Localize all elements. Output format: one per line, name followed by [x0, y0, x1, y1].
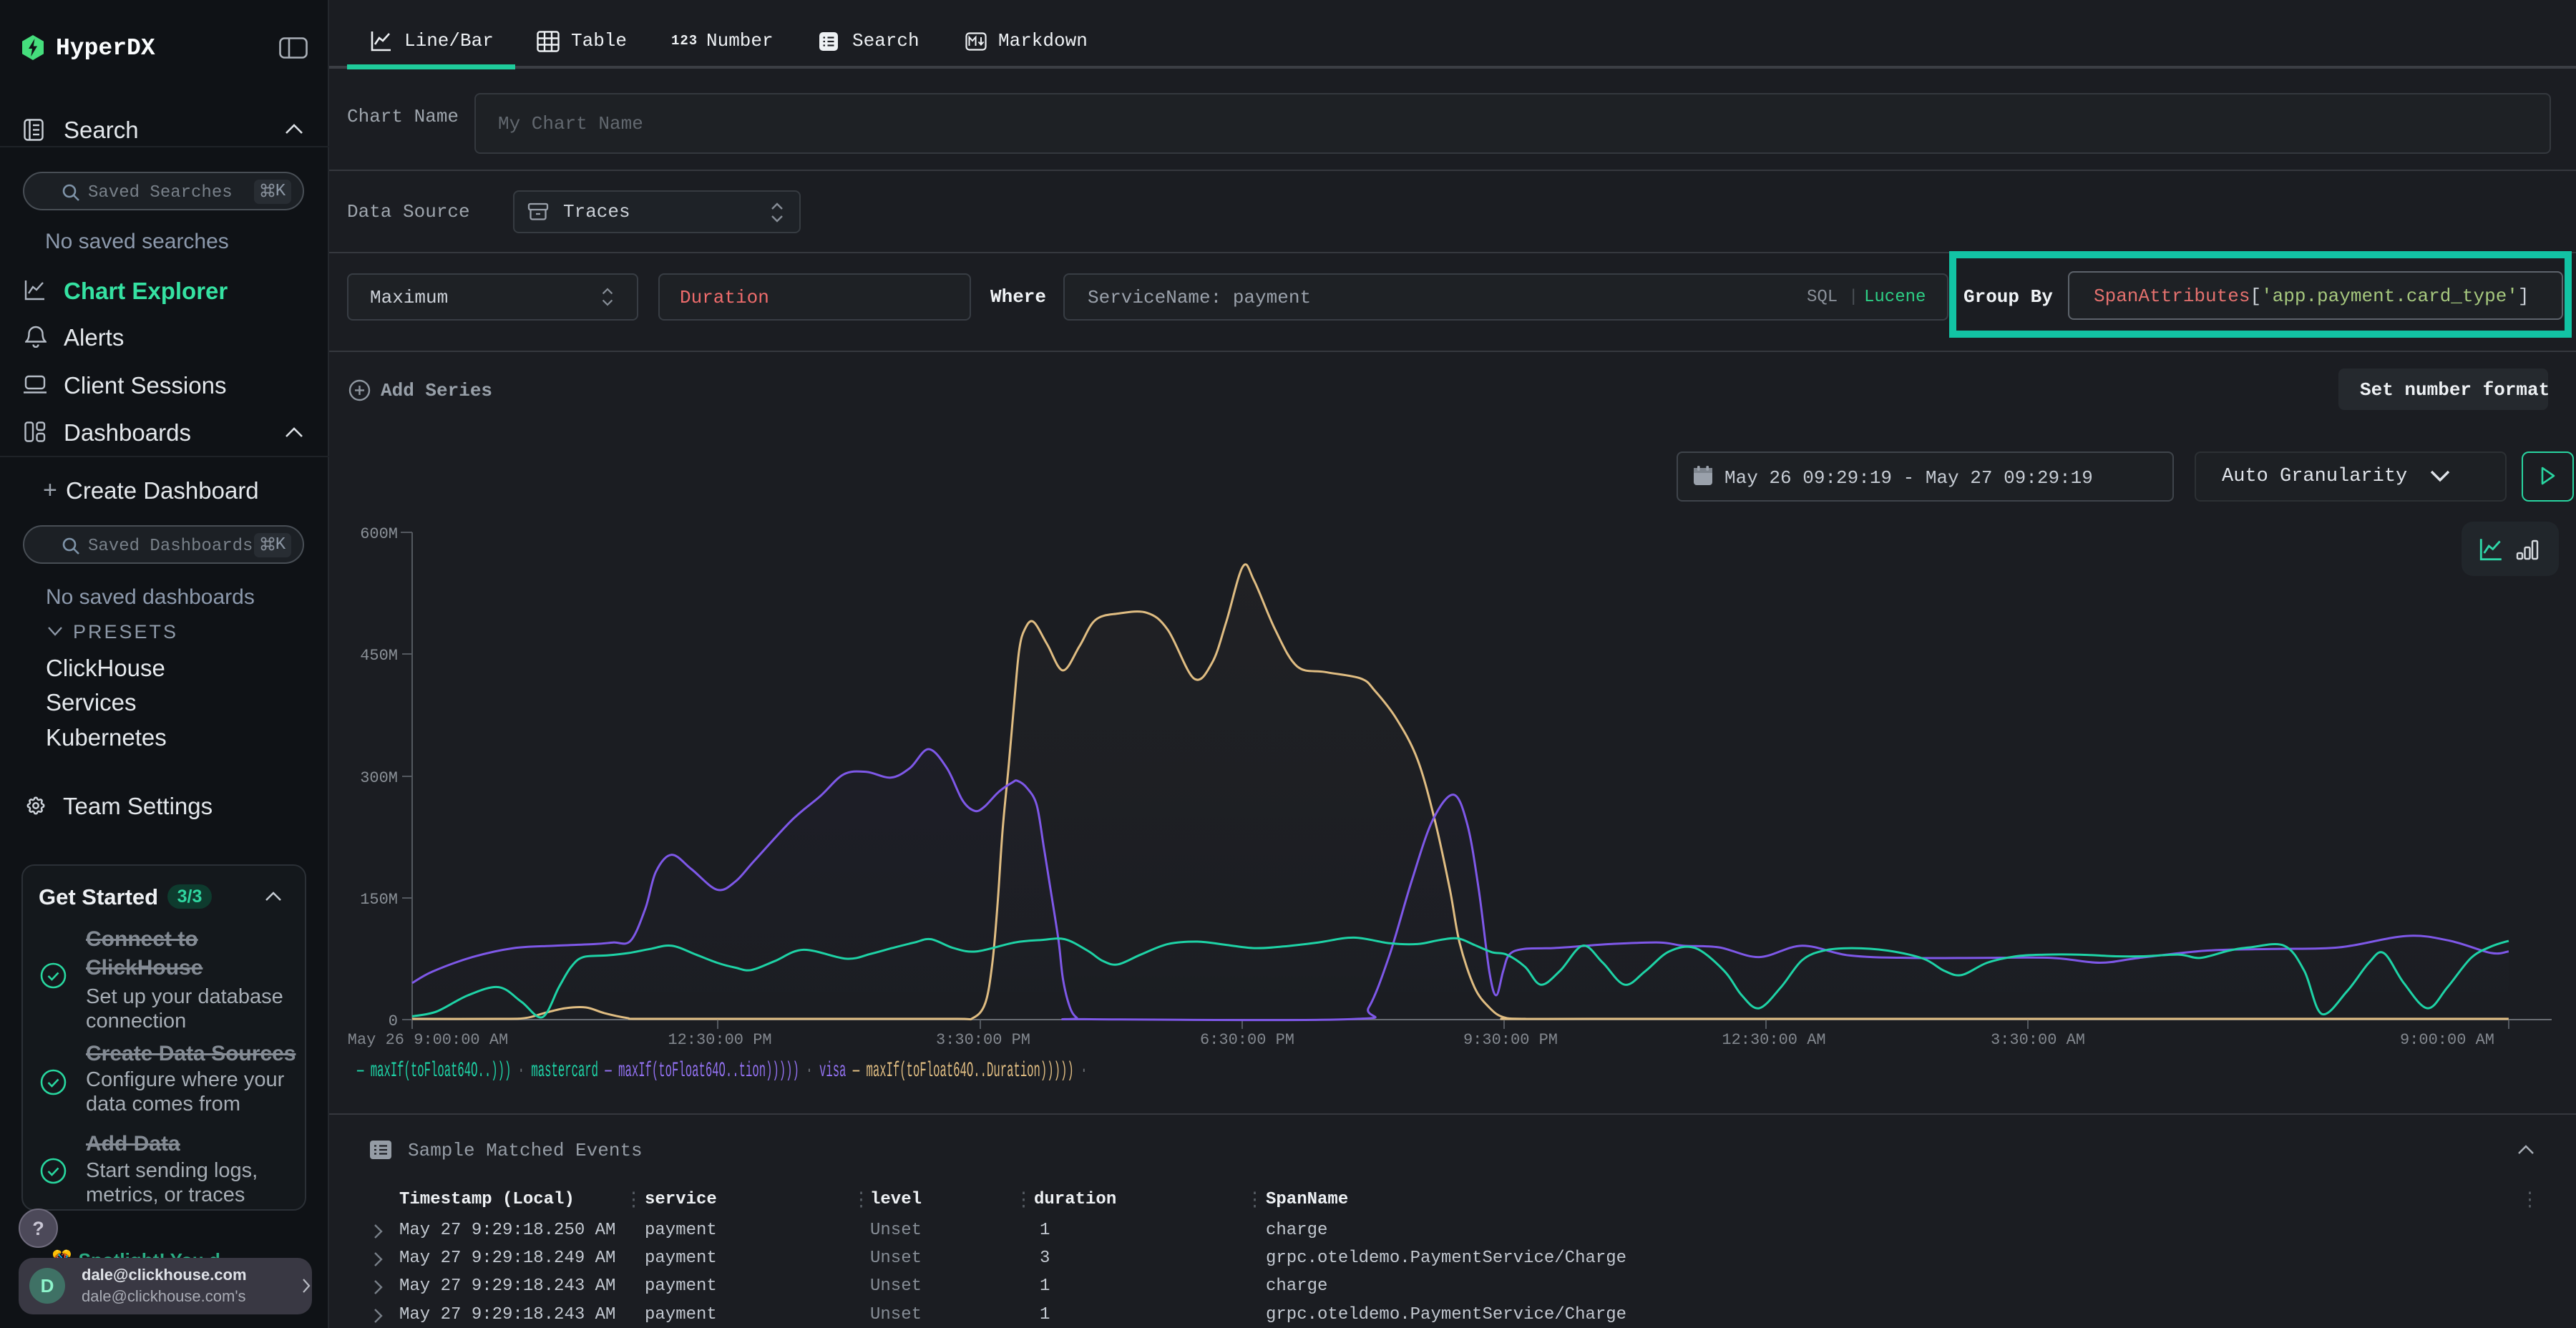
svg-text:3:30:00 PM: 3:30:00 PM	[936, 1031, 1030, 1049]
svg-text:9:30:00 PM: 9:30:00 PM	[1463, 1031, 1558, 1049]
svg-text:9:00:00 AM: 9:00:00 AM	[2400, 1031, 2494, 1049]
svg-text:May 26 9:00:00 AM: May 26 9:00:00 AM	[348, 1031, 508, 1049]
svg-text:600M: 600M	[360, 525, 398, 543]
svg-text:0: 0	[389, 1012, 398, 1030]
svg-text:300M: 300M	[360, 769, 398, 787]
svg-text:12:30:00 PM: 12:30:00 PM	[668, 1031, 771, 1049]
svg-text:450M: 450M	[360, 647, 398, 665]
svg-text:12:30:00 AM: 12:30:00 AM	[1722, 1031, 1825, 1049]
svg-text:6:30:00 PM: 6:30:00 PM	[1200, 1031, 1294, 1049]
svg-text:3:30:00 AM: 3:30:00 AM	[1991, 1031, 2085, 1049]
svg-text:150M: 150M	[360, 891, 398, 909]
